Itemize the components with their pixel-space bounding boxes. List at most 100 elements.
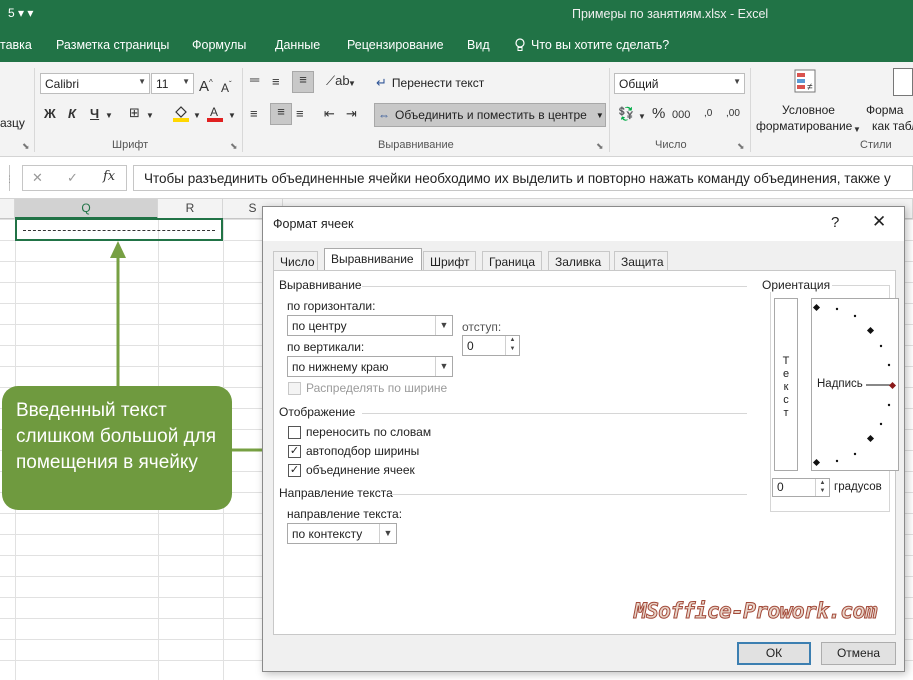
increase-decimal-button[interactable]: ,0 <box>704 106 712 122</box>
number-format-combo[interactable]: Общий ▼ <box>614 73 745 94</box>
cancel-icon[interactable]: ✕ <box>32 170 43 186</box>
bold-button[interactable]: Ж <box>44 106 56 122</box>
insert-function-icon[interactable]: fx <box>103 169 115 185</box>
wrap-text-option-label[interactable]: переносить по словам <box>306 425 431 439</box>
shrink-to-fit-checkbox[interactable]: ✓ <box>288 445 301 458</box>
tab-view[interactable]: Вид <box>467 38 490 52</box>
number-format-value: Общий <box>619 77 659 91</box>
chevron-down-icon[interactable]: ▼ <box>853 122 861 138</box>
direction-select[interactable]: по контексту ▼ <box>287 523 397 544</box>
tab-border[interactable]: Граница <box>482 251 542 271</box>
column-header-r[interactable]: R <box>158 199 223 219</box>
format-as-table-icon[interactable] <box>893 68 913 96</box>
svg-text:≠: ≠ <box>807 82 813 93</box>
degrees-label: градусов <box>834 481 882 493</box>
ok-button[interactable]: ОК <box>737 642 811 665</box>
align-bottom-icon[interactable]: ≡ <box>292 71 314 93</box>
italic-button[interactable]: К <box>68 106 76 122</box>
vertical-text-char: к <box>783 381 789 393</box>
currency-icon[interactable]: 💱 <box>618 106 634 122</box>
overflowing-cell-text <box>23 230 215 232</box>
selected-merged-cell[interactable] <box>15 218 223 241</box>
chevron-down-icon[interactable]: ▼ <box>193 108 201 124</box>
shrink-to-fit-label[interactable]: автоподбор ширины <box>306 444 419 458</box>
horizontal-value: по центру <box>292 319 347 333</box>
column-header-q[interactable]: Q <box>15 199 158 219</box>
fill-color-icon[interactable] <box>172 104 190 126</box>
number-launcher-icon[interactable]: ⬊ <box>737 141 745 152</box>
merge-center-icon: ⇔ <box>378 108 390 122</box>
tab-fill[interactable]: Заливка <box>548 251 610 271</box>
tab-formulas[interactable]: Формулы <box>192 38 246 52</box>
decrease-decimal-button[interactable]: ,00 <box>726 106 740 122</box>
formula-input[interactable]: Чтобы разъединить объединенные ячейки не… <box>133 165 913 191</box>
chevron-down-icon[interactable]: ▼ <box>105 108 113 124</box>
percent-button[interactable]: % <box>652 106 665 122</box>
thousands-button[interactable]: 000 <box>672 107 690 123</box>
align-left-icon[interactable]: ≡ <box>250 106 258 122</box>
merge-center-button[interactable]: ⇔ Объединить и поместить в центре ▼ <box>374 103 606 127</box>
tab-number[interactable]: Число <box>273 251 318 271</box>
align-center-icon[interactable]: ≡ <box>270 103 292 125</box>
vertical-text-char: Т <box>782 355 790 367</box>
vertical-select[interactable]: по нижнему краю ▼ <box>287 356 453 377</box>
orientation-dial[interactable]: Надпись <box>811 298 899 471</box>
divider <box>609 68 610 152</box>
dialog-title-bar: Формат ячеек ? ✕ <box>263 207 904 241</box>
vertical-dots-icon: ⋮ <box>5 174 14 184</box>
tab-font[interactable]: Шрифт <box>423 251 476 271</box>
tab-data[interactable]: Данные <box>275 38 320 52</box>
underline-button[interactable]: Ч <box>90 106 99 122</box>
font-launcher-icon[interactable]: ⬊ <box>230 141 238 152</box>
conditional-formatting-icon[interactable]: ≠ <box>793 68 821 96</box>
increase-indent-icon[interactable]: ⇥ <box>346 106 357 122</box>
merge-cells-checkbox[interactable]: ✓ <box>288 464 301 477</box>
alignment-panel: Выравнивание по горизонтали: по центру ▼ … <box>273 270 899 635</box>
font-color-icon[interactable]: A <box>206 104 224 126</box>
format-table-line2[interactable]: как табл <box>872 119 913 133</box>
font-size-combo[interactable]: 11 ▼ <box>151 73 194 94</box>
indent-spinner[interactable]: 0 ▲ ▼ <box>462 335 520 356</box>
help-button[interactable]: ? <box>831 214 839 231</box>
tab-protection[interactable]: Защита <box>614 251 668 271</box>
chevron-down-icon[interactable]: ▼ <box>638 109 646 125</box>
tell-me-search[interactable]: Что вы хотите сделать? <box>514 38 669 52</box>
wrap-text-checkbox[interactable] <box>288 426 301 439</box>
align-right-icon[interactable]: ≡ <box>296 106 304 122</box>
chevron-down-icon[interactable]: ▼ <box>146 108 154 124</box>
spinner-arrows-icon[interactable]: ▲ ▼ <box>505 336 519 355</box>
alignment-launcher-icon[interactable]: ⬊ <box>596 141 604 152</box>
borders-icon[interactable]: ⊞ <box>129 105 140 121</box>
grow-font-button[interactable]: A^ <box>199 75 213 95</box>
tab-alignment[interactable]: Выравнивание <box>324 248 422 271</box>
grow-font-label: A <box>199 78 210 95</box>
shrink-font-button[interactable]: Aˇ <box>221 77 232 96</box>
cancel-button[interactable]: Отмена <box>821 642 896 665</box>
close-icon[interactable]: ✕ <box>872 212 886 232</box>
format-table-line1[interactable]: Форма <box>866 103 903 117</box>
conditional-formatting-line1[interactable]: Условное <box>782 103 835 117</box>
quick-access-toolbar[interactable]: 5 ▾ ▾ <box>8 6 33 20</box>
wrap-text-icon: ↵ <box>376 75 387 90</box>
wrap-text-button[interactable]: ↵ Перенести текст <box>376 72 484 94</box>
conditional-formatting-line2[interactable]: форматирование <box>756 119 852 133</box>
chevron-down-icon[interactable]: ▼ <box>348 76 356 92</box>
tab-review[interactable]: Рецензирование <box>347 38 444 52</box>
enter-icon[interactable]: ✓ <box>67 170 78 186</box>
clipboard-launcher-icon[interactable]: ⬊ <box>22 141 30 152</box>
horizontal-select[interactable]: по центру ▼ <box>287 315 453 336</box>
align-top-icon[interactable]: ═ <box>250 72 259 88</box>
orientation-icon[interactable]: ⟋ab <box>326 73 350 89</box>
column-header-partial[interactable] <box>0 199 15 219</box>
spinner-arrows-icon[interactable]: ▲ ▼ <box>815 479 829 496</box>
degrees-spinner[interactable]: 0 ▲ ▼ <box>772 478 830 497</box>
vertical-text-button[interactable]: Т е к с т <box>774 298 798 471</box>
font-name-combo[interactable]: Calibri ▼ <box>40 73 150 94</box>
align-middle-icon[interactable]: ≡ <box>272 74 280 90</box>
vertical-text-char: т <box>783 407 789 419</box>
merge-cells-label[interactable]: объединение ячеек <box>306 463 415 477</box>
tab-insert[interactable]: тавка <box>0 38 32 52</box>
tab-page-layout[interactable]: Разметка страницы <box>56 38 169 52</box>
decrease-indent-icon[interactable]: ⇤ <box>324 106 335 122</box>
chevron-down-icon[interactable]: ▼ <box>228 108 236 124</box>
